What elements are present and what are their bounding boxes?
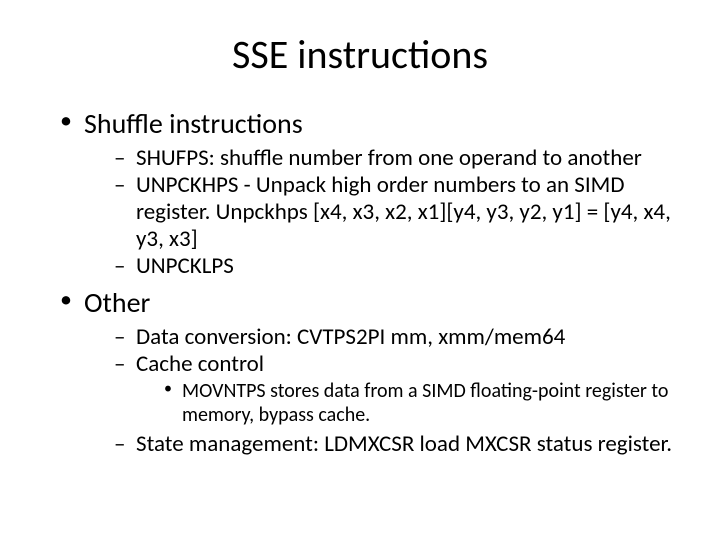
subbullet-shufps: SHUFPS: shuffle number from one operand …: [114, 145, 680, 172]
subbullet-text: UNPCKLPS: [136, 252, 234, 280]
subbullet-cachecontrol: Cache control MOVNTPS stores data from a…: [114, 351, 680, 427]
slide: SSE instructions Shuffle instructions SH…: [0, 0, 720, 540]
subbullet-dataconv: Data conversion: CVTPS2PI mm, xmm/mem64: [114, 324, 680, 351]
subbullet-unpcklps: UNPCKLPS: [114, 253, 680, 280]
bullet-text: Shuffle instructions: [84, 106, 303, 141]
slide-title: SSE instructions: [40, 30, 680, 79]
sublist-shuffle: SHUFPS: shuffle number from one operand …: [84, 145, 680, 281]
subsubbullet-movntps: MOVNTPS stores data from a SIMD floating…: [164, 380, 680, 427]
subbullet-text: State management: LDMXCSR load MXCSR sta…: [136, 430, 672, 458]
bullet-text: Other: [84, 285, 150, 320]
bullet-list: Shuffle instructions SHUFPS: shuffle num…: [40, 107, 680, 458]
subbullet-unpckhps: UNPCKHPS - Unpack high order numbers to …: [114, 172, 680, 253]
bullet-shuffle: Shuffle instructions SHUFPS: shuffle num…: [60, 107, 680, 280]
sublist-other: Data conversion: CVTPS2PI mm, xmm/mem64 …: [84, 324, 680, 459]
bullet-other: Other Data conversion: CVTPS2PI mm, xmm/…: [60, 286, 680, 458]
subbullet-statemgmt: State management: LDMXCSR load MXCSR sta…: [114, 431, 680, 458]
subbullet-text: SHUFPS: shuffle number from one operand …: [136, 144, 642, 172]
subbullet-text: UNPCKHPS - Unpack high order numbers to …: [136, 171, 671, 253]
subbullet-text: Data conversion: CVTPS2PI mm, xmm/mem64: [136, 323, 565, 351]
subsubbullet-text: MOVNTPS stores data from a SIMD floating…: [182, 379, 668, 427]
subsublist-cache: MOVNTPS stores data from a SIMD floating…: [136, 380, 680, 427]
subbullet-text: Cache control: [136, 350, 264, 378]
